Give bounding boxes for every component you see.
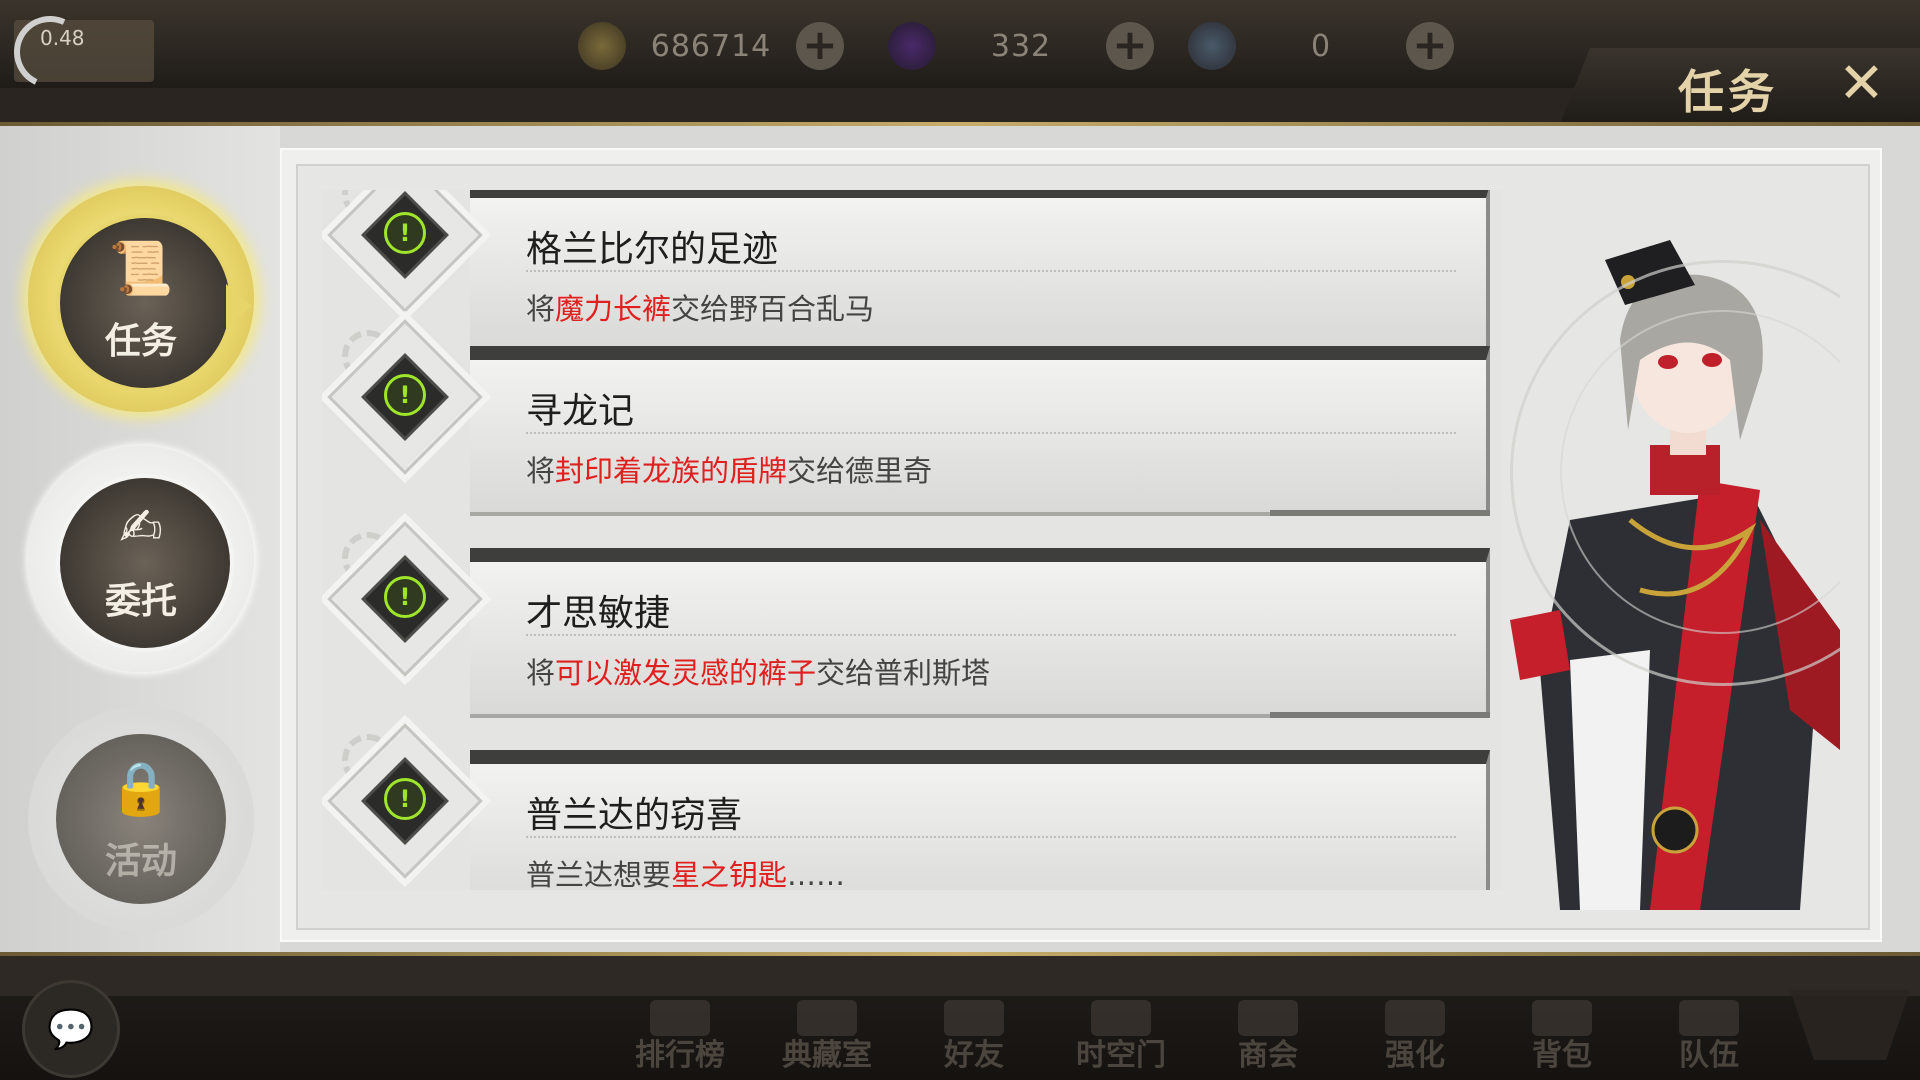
- quest-list[interactable]: 格兰比尔的足迹 将魔力长裤交给野百合乱马 ! 寻龙记 将封印着龙族的盾牌交给德里…: [322, 190, 1502, 890]
- quest-item[interactable]: 寻龙记 将封印着龙族的盾牌交给德里奇 !: [322, 319, 1502, 516]
- quest-item[interactable]: 才思敏捷 将可以激发灵感的裤子交给普利斯塔 !: [322, 521, 1502, 718]
- gold-value: 686714: [650, 28, 772, 64]
- quest-title: 才思敏捷: [526, 593, 671, 634]
- nav-friends[interactable]: 好友: [904, 1000, 1044, 1080]
- add-gold-button[interactable]: +: [796, 22, 844, 70]
- exclamation-icon: !: [384, 374, 426, 416]
- nav-portal[interactable]: 时空门: [1051, 1000, 1191, 1080]
- npc-character-portrait: [1500, 190, 1840, 910]
- add-crystal-button[interactable]: +: [1106, 22, 1154, 70]
- purple-crystal-icon: [888, 22, 936, 70]
- orb-value: 0: [1310, 28, 1332, 64]
- player-level-text: 0.48: [40, 26, 85, 50]
- quest-title: 寻龙记: [526, 391, 635, 432]
- exclamation-icon: !: [384, 212, 426, 254]
- sidebar-label-commissions: 委托: [104, 581, 177, 622]
- quest-title: 格兰比尔的足迹: [526, 229, 779, 270]
- sidebar-item-events[interactable]: 🔒 活动: [28, 706, 254, 932]
- quest-description: 将封印着龙族的盾牌交给德里奇: [526, 454, 933, 488]
- chat-bubble-icon[interactable]: 💬: [22, 980, 120, 1078]
- nav-leaderboard[interactable]: 排行榜: [610, 1000, 750, 1080]
- nav-enhance[interactable]: 强化: [1345, 1000, 1485, 1080]
- crystal-currency: 332 +: [888, 22, 1154, 70]
- page-title: 任务: [1678, 65, 1778, 119]
- close-button[interactable]: ✕: [1838, 56, 1885, 112]
- sidebar-label-quests: 任务: [104, 321, 177, 362]
- orb-currency: 0 +: [1188, 22, 1454, 70]
- exclamation-icon: !: [384, 576, 426, 618]
- quest-title: 普兰达的窃喜: [526, 795, 743, 836]
- active-indicator-arrow-icon: [226, 284, 252, 328]
- sidebar-label-events: 活动: [104, 841, 177, 882]
- quest-description: 普兰达想要星之钥匙……: [526, 858, 846, 890]
- add-orb-button[interactable]: +: [1406, 22, 1454, 70]
- quest-description: 将可以激发灵感的裤子交给普利斯塔: [526, 656, 991, 690]
- nav-inventory[interactable]: 背包: [1492, 1000, 1632, 1080]
- commission-document-icon: ✍: [119, 498, 163, 558]
- nav-team[interactable]: 队伍: [1639, 1000, 1779, 1080]
- crystal-value: 332: [990, 28, 1052, 64]
- exclamation-icon: !: [384, 778, 426, 820]
- nav-collection[interactable]: 典藏室: [757, 1000, 897, 1080]
- rainbow-orb-icon: [1188, 22, 1236, 70]
- sidebar-item-quests[interactable]: 📜 任务: [28, 186, 254, 412]
- quest-scroll-icon: 📜: [108, 239, 174, 299]
- gold-currency: 686714 +: [578, 22, 844, 70]
- quest-item[interactable]: 普兰达的窃喜 普兰达想要星之钥匙…… !: [322, 723, 1502, 890]
- sidebar-item-commissions[interactable]: ✍ 委托: [28, 446, 254, 672]
- nav-guild[interactable]: 商会: [1198, 1000, 1338, 1080]
- gold-coin-icon: [578, 22, 626, 70]
- quest-description: 将魔力长裤交给野百合乱马: [526, 292, 875, 326]
- locked-chains-icon: 🔒: [108, 759, 174, 819]
